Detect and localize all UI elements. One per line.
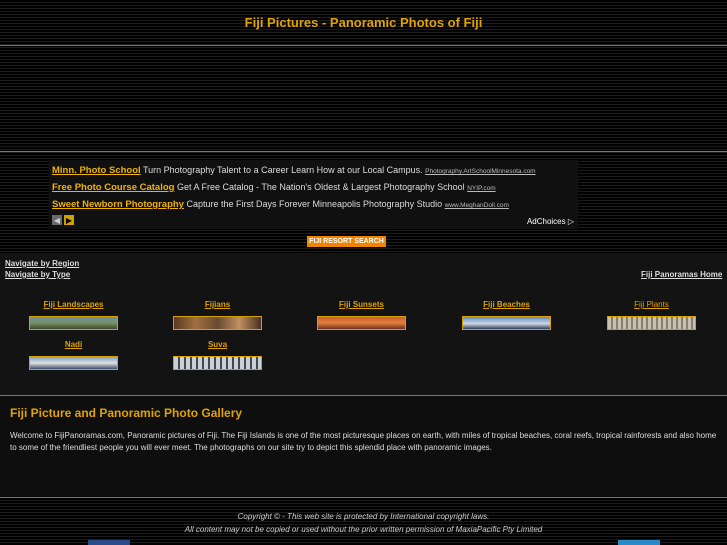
permission-line: All content may not be copied or used wi…: [184, 525, 543, 534]
ad-url[interactable]: Photography.ArtSchoolMinnesota.com: [425, 168, 535, 175]
ad-link[interactable]: Sweet Newborn Photography: [52, 199, 184, 210]
page-title: Fiji Pictures - Panoramic Photos of Fiji: [244, 15, 483, 30]
chevron-right-icon[interactable]: ▶: [64, 215, 74, 225]
ad-item: Sweet Newborn Photography Capture the Fi…: [52, 199, 509, 210]
footer-badge-left[interactable]: [88, 540, 130, 545]
gallery-item-suva[interactable]: Suva: [173, 340, 262, 370]
navigate-by-region-link[interactable]: Navigate by Region: [5, 259, 79, 268]
ad-link[interactable]: Free Photo Course Catalog: [52, 182, 174, 193]
ad-text: Get A Free Catalog - The Nation's Oldest…: [174, 182, 468, 192]
banner-area: [0, 46, 727, 152]
gallery-item-landscapes[interactable]: Fiji Landscapes: [29, 300, 118, 330]
ad-nav: ◀ ▶: [52, 215, 74, 225]
footer: Copyright © - This web site is protected…: [0, 510, 727, 536]
gallery-item-plants[interactable]: Fiji Plants: [607, 300, 696, 330]
ad-unit: Minn. Photo School Turn Photography Tale…: [49, 160, 578, 229]
about-section: Fiji Picture and Panoramic Photo Gallery…: [0, 396, 727, 498]
header: Fiji Pictures - Panoramic Photos of Fiji: [0, 0, 727, 46]
gallery-thumbnail[interactable]: [317, 316, 406, 330]
gallery-thumbnail[interactable]: [29, 316, 118, 330]
gallery-item-sunsets[interactable]: Fiji Sunsets: [317, 300, 406, 330]
ad-text: Capture the First Days Forever Minneapol…: [183, 199, 445, 209]
resort-search-button[interactable]: FIJI RESORT SEARCH: [307, 236, 386, 247]
home-link[interactable]: Fiji Panoramas Home: [641, 270, 722, 279]
gallery-label[interactable]: Fiji Beaches: [462, 300, 551, 312]
adchoices-link[interactable]: AdChoices ▷: [527, 217, 574, 226]
ad-link[interactable]: Minn. Photo School: [52, 165, 141, 176]
navigation-section: Navigate by Region Navigate by Type Fiji…: [0, 253, 727, 396]
about-title: Fiji Picture and Panoramic Photo Gallery: [10, 406, 243, 420]
gallery-label[interactable]: Suva: [173, 340, 262, 352]
ad-url[interactable]: www.MeghanDoll.com: [445, 202, 509, 209]
gallery-item-nadi[interactable]: Nadi: [29, 340, 118, 370]
copyright-line: Copyright © - This web site is protected…: [237, 512, 490, 521]
gallery-label[interactable]: Fijians: [173, 300, 262, 312]
gallery-thumbnail[interactable]: [462, 316, 551, 330]
gallery-label[interactable]: Fiji Landscapes: [29, 300, 118, 312]
ad-text: Turn Photography Talent to a Career Lear…: [140, 165, 426, 175]
ad-item: Minn. Photo School Turn Photography Tale…: [52, 165, 536, 176]
gallery-label[interactable]: Fiji Plants: [607, 300, 696, 312]
footer-badge-right[interactable]: [618, 540, 660, 545]
chevron-left-icon[interactable]: ◀: [52, 215, 62, 225]
gallery-thumbnail[interactable]: [607, 316, 696, 330]
ad-url[interactable]: NYIP.com: [467, 185, 495, 192]
navigate-by-type-link[interactable]: Navigate by Type: [5, 270, 70, 279]
gallery-thumbnail[interactable]: [29, 356, 118, 370]
about-text: Welcome to FijiPanoramas.com, Panoramic …: [10, 431, 717, 452]
gallery-thumbnail[interactable]: [173, 356, 262, 370]
gallery-item-fijians[interactable]: Fijians: [173, 300, 262, 330]
gallery-thumbnail[interactable]: [173, 316, 262, 330]
ad-item: Free Photo Course Catalog Get A Free Cat…: [52, 182, 496, 193]
gallery-label[interactable]: Nadi: [29, 340, 118, 352]
gallery-item-beaches[interactable]: Fiji Beaches: [462, 300, 551, 330]
gallery-label[interactable]: Fiji Sunsets: [317, 300, 406, 312]
